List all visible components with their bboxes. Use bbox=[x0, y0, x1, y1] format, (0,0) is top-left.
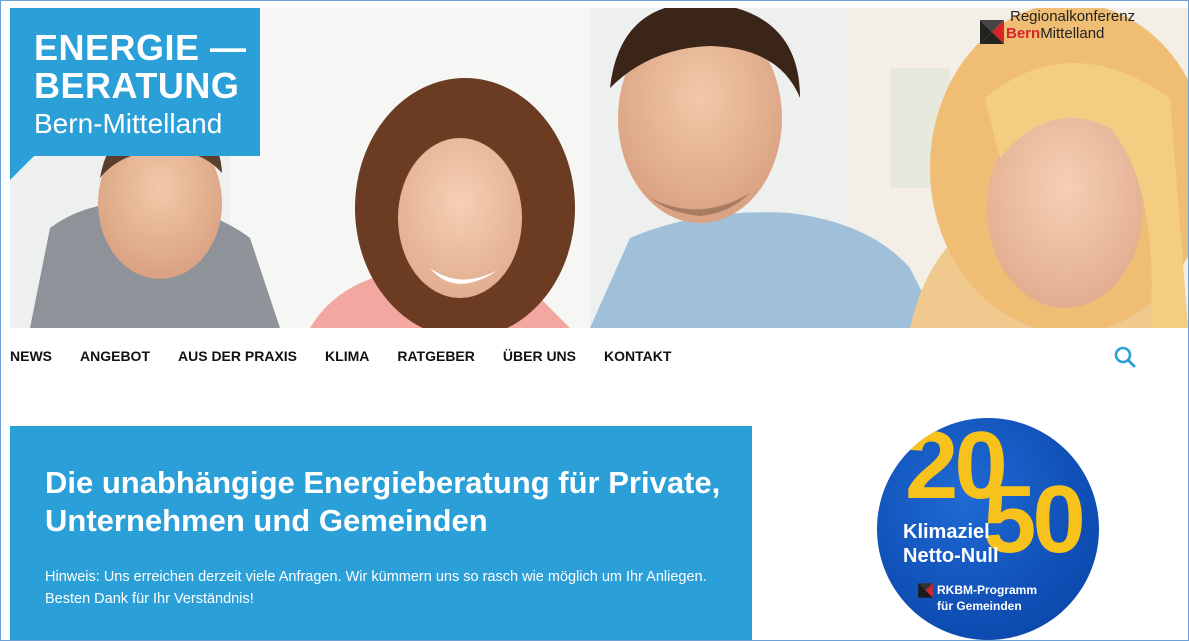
nav-item-ratgeber[interactable]: RATGEBER bbox=[397, 348, 475, 364]
logo-title-line1: ENERGIE — bbox=[34, 27, 247, 68]
nav-item-klima[interactable]: KLIMA bbox=[325, 348, 369, 364]
badge-title-line1: Klimaziel bbox=[903, 521, 990, 543]
logo-corner-notch bbox=[10, 156, 34, 180]
partner-logo-bern: Bern bbox=[1006, 25, 1041, 42]
badge-program-line1: RKBM-Programm bbox=[937, 583, 1038, 597]
site-logo[interactable]: ENERGIE — BERATUNG Bern-Mittelland bbox=[10, 8, 260, 156]
badge-program-line2: für Gemeinden bbox=[937, 599, 1022, 613]
partner-logo-regionalkonferenz[interactable]: Regionalkonferenz BernMittelland bbox=[976, 8, 1156, 48]
logo-title-line2: BERATUNG bbox=[34, 65, 240, 106]
rkbm-mark-icon bbox=[918, 583, 933, 598]
nav-item-aus-der-praxis[interactable]: AUS DER PRAXIS bbox=[178, 348, 297, 364]
badge-title-line2: Netto-Null bbox=[903, 545, 999, 567]
partner-logo-mittelland: Mittelland bbox=[1040, 25, 1105, 42]
search-icon bbox=[1114, 346, 1136, 368]
partner-logo-line1: Regionalkonferenz bbox=[1010, 8, 1136, 25]
nav-item-ueber-uns[interactable]: ÜBER UNS bbox=[503, 348, 576, 364]
intro-heading: Die unabhängige Energieberatung für Priv… bbox=[45, 465, 721, 538]
logo-subtitle: Bern-Mittelland bbox=[34, 108, 223, 139]
nav-item-kontakt[interactable]: KONTAKT bbox=[604, 348, 671, 364]
nav-item-news[interactable]: NEWS bbox=[10, 348, 52, 364]
partner-logo-line2: BernMittelland bbox=[1006, 26, 1104, 41]
klimaziel-badge[interactable]: 20 50 Klimaziel Netto-Null RKBM-Programm… bbox=[877, 418, 1099, 640]
intro-panel: Die unabhängige Energieberatung für Priv… bbox=[10, 426, 752, 641]
intro-notice: Hinweis: Uns erreichen derzeit viele Anf… bbox=[45, 569, 707, 608]
regionalkonferenz-mark-icon bbox=[980, 20, 1004, 44]
main-navigation: NEWS ANGEBOT AUS DER PRAXIS KLIMA RATGEB… bbox=[10, 345, 699, 367]
search-button[interactable] bbox=[1112, 344, 1138, 370]
nav-item-angebot[interactable]: ANGEBOT bbox=[80, 348, 150, 364]
